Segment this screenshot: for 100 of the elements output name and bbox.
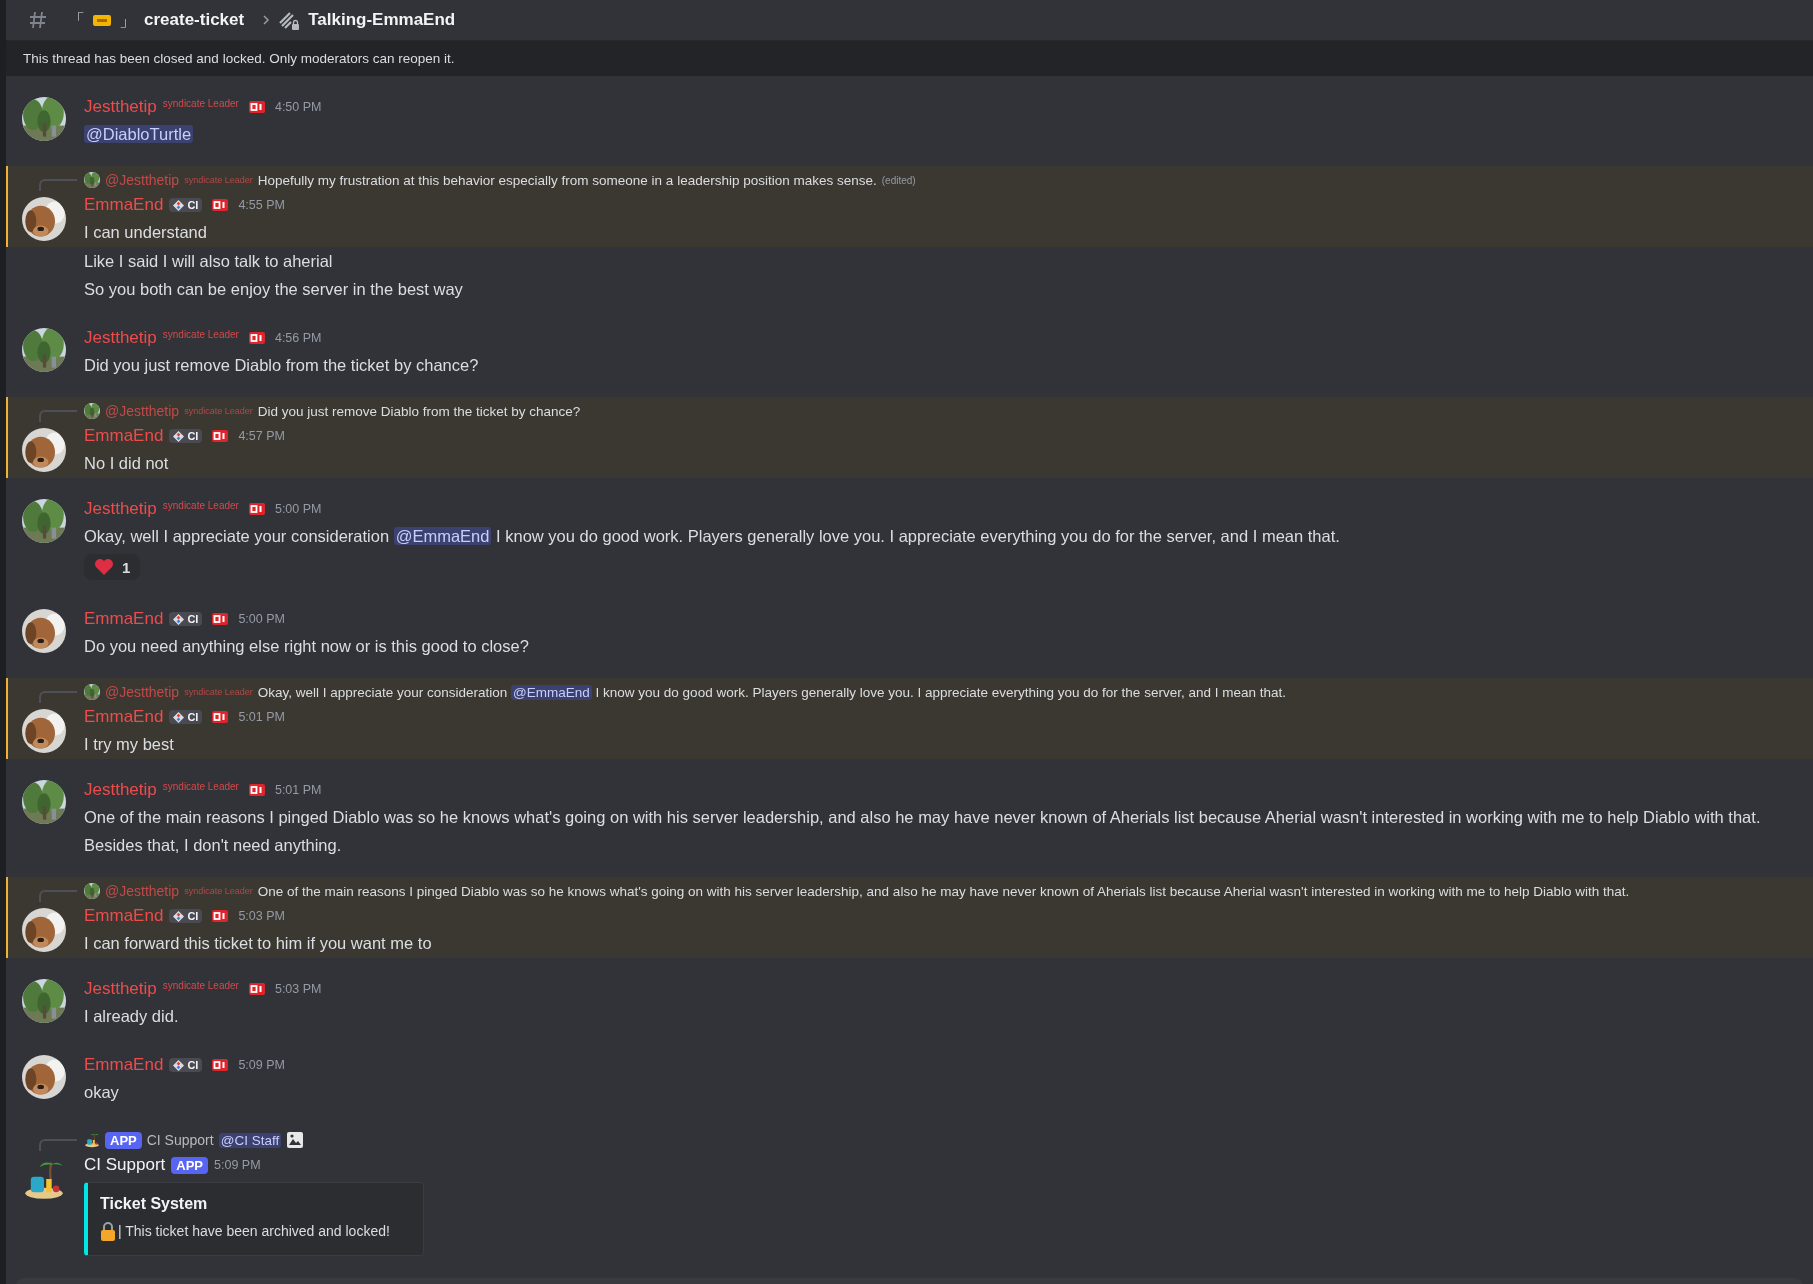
timestamp: 4:56 PM bbox=[274, 331, 322, 345]
locked-notice: This thread has been closed and locked. Only moderators can reopen it. bbox=[6, 41, 1813, 76]
author-name[interactable]: Jestthetip bbox=[84, 328, 157, 348]
author-name[interactable]: EmmaEnd bbox=[84, 609, 164, 629]
reply-connector bbox=[39, 410, 77, 422]
reply-text[interactable]: One of the main reasons I pinged Diablo was so he knows what's going on with his server leadership, and also he may have never known of Aherials list because Aherial wasn't interested in working with me to help Diablo with that. bbox=[257, 883, 1630, 899]
mention-link[interactable]: @CI Staff bbox=[218, 1132, 282, 1148]
role-badge: CI bbox=[169, 1058, 203, 1072]
role-icon bbox=[248, 983, 265, 995]
role-tag: syndicate Leader bbox=[162, 499, 239, 511]
embed-title: Ticket System bbox=[100, 1195, 209, 1213]
role-icon bbox=[212, 199, 229, 211]
reply-author[interactable]: @Jestthetip bbox=[105, 403, 180, 419]
reply-author[interactable]: @Jestthetip bbox=[105, 883, 180, 899]
message-text: I can understand bbox=[84, 222, 208, 243]
hashtag-icon bbox=[28, 10, 48, 30]
author-name[interactable]: EmmaEnd bbox=[84, 707, 164, 727]
role-icon bbox=[248, 332, 265, 344]
mention-link[interactable]: @DiabloTurtle bbox=[84, 125, 194, 143]
role-icon bbox=[248, 101, 265, 113]
author-name[interactable]: EmmaEnd bbox=[84, 1055, 164, 1075]
message-text: I try my best bbox=[84, 734, 175, 755]
role-tag: syndicate Leader bbox=[184, 175, 253, 185]
timestamp: 4:55 PM bbox=[238, 198, 285, 212]
reply-author[interactable]: @Jestthetip bbox=[105, 172, 180, 188]
message-text: I already did. bbox=[84, 1006, 180, 1027]
mention-link[interactable]: @EmmaEnd bbox=[393, 527, 492, 545]
reply-connector bbox=[39, 691, 77, 703]
timestamp: 4:57 PM bbox=[238, 429, 285, 443]
timestamp: 5:03 PM bbox=[238, 909, 285, 923]
author-name[interactable]: EmmaEnd bbox=[84, 195, 164, 215]
role-badge: CI bbox=[169, 198, 203, 212]
message-text: I can forward this ticket to him if you want me to bbox=[84, 933, 433, 954]
reply-connector bbox=[39, 1139, 77, 1151]
author-name[interactable]: Jestthetip bbox=[84, 97, 157, 117]
role-badge: CI bbox=[169, 710, 203, 724]
timestamp: 5:09 PM bbox=[214, 1158, 261, 1172]
message-text: No I did not bbox=[84, 453, 170, 474]
role-icon bbox=[212, 430, 229, 442]
message-text: Besides that, I don't need anything. bbox=[84, 835, 343, 856]
reply-connector bbox=[39, 179, 77, 191]
role-badge: CI bbox=[169, 909, 203, 923]
message-text: Did you just remove Diablo from the ticket by chance? bbox=[84, 355, 480, 376]
timestamp: 5:00 PM bbox=[238, 612, 285, 626]
message-text: okay bbox=[84, 1082, 120, 1103]
app-badge: APP bbox=[171, 1156, 208, 1174]
timestamp: 4:50 PM bbox=[274, 100, 322, 114]
author-name[interactable]: EmmaEnd bbox=[84, 426, 164, 446]
role-icon bbox=[212, 711, 229, 723]
channel-name[interactable]: create-ticket bbox=[144, 10, 245, 30]
role-tag: syndicate Leader bbox=[162, 328, 239, 340]
role-icon bbox=[212, 1059, 229, 1071]
thread-name: Talking-EmmaEnd bbox=[308, 10, 456, 30]
reply-text[interactable]: Hopefully my frustration at this behavior especially from someone in a leadership position makes sense. bbox=[257, 172, 877, 188]
role-badge: CI bbox=[169, 612, 203, 626]
bracket-text: 」 bbox=[119, 9, 136, 32]
role-icon bbox=[248, 784, 265, 796]
app-badge: APP bbox=[105, 1131, 142, 1149]
embed-text: | This ticket have been archived and locked! bbox=[118, 1223, 390, 1239]
heart-icon bbox=[94, 558, 114, 576]
role-tag: syndicate Leader bbox=[162, 97, 239, 109]
author-name[interactable]: Jestthetip bbox=[84, 979, 157, 999]
image-icon bbox=[286, 1131, 305, 1149]
island-icon bbox=[84, 1132, 100, 1148]
mention-link[interactable]: @EmmaEnd bbox=[511, 684, 592, 700]
reply-author[interactable]: @Jestthetip bbox=[105, 684, 180, 700]
role-icon bbox=[212, 613, 229, 625]
ticket-icon bbox=[93, 14, 111, 26]
author-name[interactable]: CI Support bbox=[84, 1155, 166, 1175]
message-text: Okay, well I appreciate your consideration @EmmaEnd I know you do good work. Players generally love you. I appreciate everything you do for the server, and I mean that. bbox=[84, 526, 1341, 547]
message-text: So you both can be enjoy the server in the best way bbox=[84, 279, 464, 300]
role-tag: syndicate Leader bbox=[184, 687, 253, 697]
bracket-text: 「 bbox=[68, 9, 85, 32]
timestamp: 5:01 PM bbox=[238, 710, 285, 724]
author-name[interactable]: Jestthetip bbox=[84, 780, 157, 800]
timestamp: 5:09 PM bbox=[238, 1058, 285, 1072]
reply-author[interactable]: CI Support bbox=[146, 1132, 214, 1148]
edited-label: (edited) bbox=[881, 174, 916, 186]
timestamp: 5:00 PM bbox=[274, 502, 322, 516]
timestamp: 5:03 PM bbox=[274, 982, 322, 996]
role-tag: syndicate Leader bbox=[162, 979, 239, 991]
reply-connector bbox=[39, 890, 77, 902]
role-tag: syndicate Leader bbox=[184, 886, 253, 896]
reaction-button[interactable]: 1 bbox=[84, 554, 141, 580]
role-tag: syndicate Leader bbox=[162, 780, 239, 792]
author-name[interactable]: Jestthetip bbox=[84, 499, 157, 519]
reply-text[interactable]: Okay, well I appreciate your consideration @EmmaEnd I know you do good work. Players generally love you. I appreciate everything you do for the server, and I mean that. bbox=[257, 684, 1286, 700]
reply-text[interactable]: Did you just remove Diablo from the ticket by chance? bbox=[257, 403, 581, 419]
message-text: Do you need anything else right now or is this good to close? bbox=[84, 636, 530, 657]
chevron-icon bbox=[262, 15, 271, 25]
message-text: Like I said I will also talk to aherial bbox=[84, 251, 334, 272]
role-icon bbox=[248, 503, 265, 515]
timestamp: 5:01 PM bbox=[274, 783, 322, 797]
message-text: One of the main reasons I pinged Diablo was so he knows what's going on with his server leadership, and also he may have never known of Aherials list because Aherial wasn't interested in working with me to help Diablo with that. bbox=[84, 807, 1762, 828]
thread-icon bbox=[278, 9, 301, 31]
role-tag: syndicate Leader bbox=[184, 406, 253, 416]
role-badge: CI bbox=[169, 429, 203, 443]
lock-icon bbox=[100, 1221, 116, 1241]
role-icon bbox=[212, 910, 229, 922]
author-name[interactable]: EmmaEnd bbox=[84, 906, 164, 926]
